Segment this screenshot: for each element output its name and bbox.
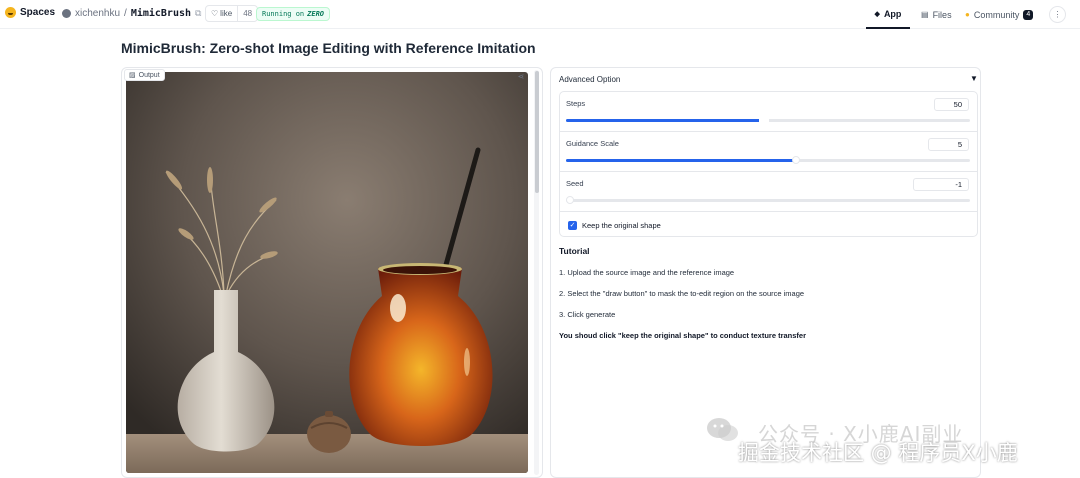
steps-number-input[interactable]: 50 [934, 98, 969, 111]
kebab-icon[interactable]: ⋮ [1049, 6, 1066, 23]
tab-app-label: App [883, 8, 902, 19]
tutorial-note: You shoud click "keep the original shape… [559, 331, 807, 340]
files-icon: ▤ [921, 10, 929, 19]
output-image [126, 72, 528, 473]
page-title: MimicBrush: Zero-shot Image Editing with… [121, 40, 536, 56]
output-label: Output [138, 71, 160, 79]
running-hardware: ZERO [307, 10, 325, 18]
steps-label: Steps [566, 99, 586, 108]
advanced-option-toggle[interactable]: Advanced Option [559, 75, 620, 84]
steps-slider-fill [566, 119, 764, 122]
share-icon[interactable]: ⋖ [516, 72, 526, 82]
keep-shape-label: Keep the original shape [582, 220, 661, 230]
image-icon: ▨ [129, 72, 136, 79]
spaces-logo-link[interactable]: Spaces [5, 7, 55, 18]
wechat-icon [707, 418, 738, 441]
guidance-scale-control: Guidance Scale 5 [560, 132, 977, 172]
seed-slider-thumb[interactable] [566, 196, 574, 204]
seed-label: Seed [566, 179, 584, 188]
keep-shape-row[interactable]: ✓ Keep the original shape [560, 213, 977, 237]
spaces-label: Spaces [20, 7, 56, 18]
hugging-face-logo-icon [5, 7, 16, 18]
tab-community-label: Community [973, 9, 1020, 20]
tab-files[interactable]: ▤ Files [921, 0, 952, 29]
tutorial-heading: Tutorial [559, 246, 590, 256]
guidance-scale-slider[interactable] [566, 156, 970, 164]
tab-app[interactable]: ◆ App [866, 0, 910, 29]
output-panel: ▨ Output ⋖ [121, 67, 543, 478]
steps-slider[interactable] [566, 118, 970, 123]
community-count-badge: 4 [1023, 9, 1034, 20]
seed-number-input[interactable]: -1 [913, 178, 969, 191]
owner-avatar [62, 9, 71, 18]
advanced-option-controls: Steps 50 Guidance Scale 5 Seed -1 ✓ Keep… [559, 91, 978, 237]
app-icon: ◆ [874, 10, 880, 18]
watermark-line-2: 掘金技术社区 @ 程序员X小鹿 [738, 441, 1018, 465]
steps-control: Steps 50 [560, 92, 977, 132]
breadcrumb-separator: / [124, 8, 127, 19]
running-status-badge[interactable]: Running on ZERO [256, 7, 331, 21]
guidance-scale-number-input[interactable]: 5 [928, 138, 969, 151]
community-icon: ● [965, 10, 970, 19]
like-label: like [220, 9, 233, 18]
settings-panel: Advanced Option ▼ Steps 50 Guidance Scal… [550, 67, 981, 478]
copy-icon[interactable]: ⧉ [195, 8, 201, 19]
caret-down-icon[interactable]: ▼ [970, 74, 978, 83]
heart-icon: ♡ [211, 9, 219, 18]
top-navigation-bar: Spaces xichenhku / MimicBrush ⧉ ♡ like 4… [0, 0, 1080, 29]
steps-slider-thumb[interactable] [758, 118, 769, 123]
like-count[interactable]: 48 [237, 6, 257, 21]
breadcrumb: xichenhku / MimicBrush ⧉ [62, 8, 201, 19]
tutorial-step: 3. Click generate [559, 310, 616, 319]
output-scrollbar-thumb[interactable] [535, 71, 539, 193]
tutorial-step: 1. Upload the source image and the refer… [559, 268, 735, 277]
tab-files-label: Files [932, 9, 952, 20]
output-label-badge: ▨ Output [124, 69, 165, 81]
guidance-scale-slider-fill [566, 159, 797, 162]
tutorial-step: 2. Select the "draw button" to mask the … [559, 289, 805, 298]
still-life-illustration [126, 72, 528, 473]
repo-name-link[interactable]: MimicBrush [131, 8, 191, 19]
keep-shape-checkbox[interactable]: ✓ [568, 220, 577, 230]
owner-link[interactable]: xichenhku [75, 8, 120, 19]
guidance-scale-label: Guidance Scale [566, 139, 619, 148]
like-button[interactable]: ♡ like 48 [205, 5, 259, 22]
tab-community[interactable]: ● Community 4 [965, 0, 1034, 29]
seed-slider[interactable] [566, 196, 970, 204]
guidance-scale-slider-thumb[interactable] [792, 156, 801, 164]
seed-control: Seed -1 [560, 172, 977, 212]
running-prefix: Running on [262, 10, 305, 18]
